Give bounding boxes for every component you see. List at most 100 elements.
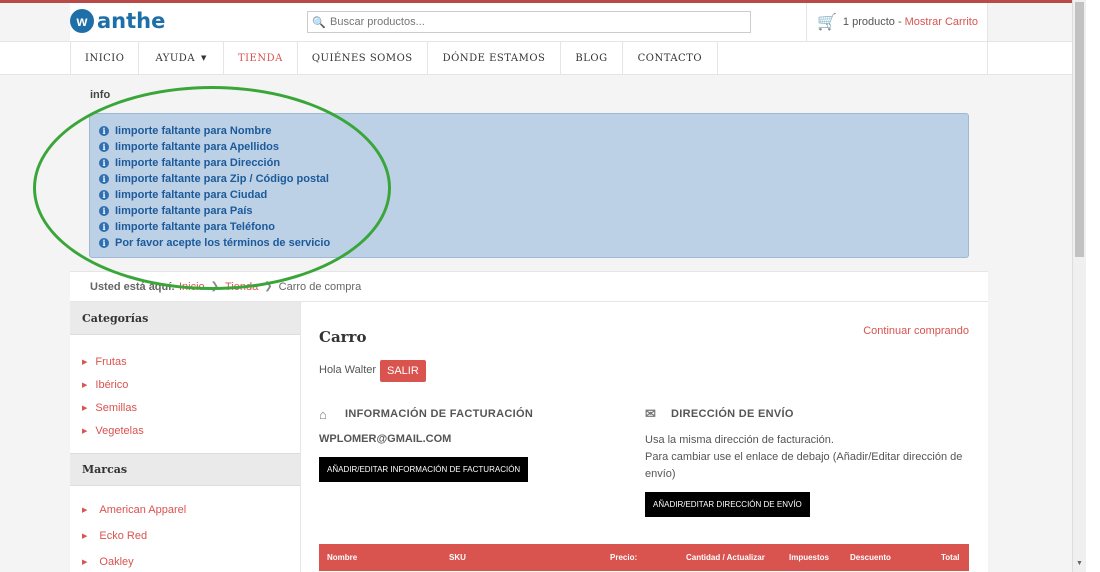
brand-label: American Apparel bbox=[99, 504, 187, 516]
billing-email: WPLOMER@GMAIL.COM bbox=[319, 433, 452, 445]
category-item[interactable]: ▶ Vegetelas bbox=[82, 419, 300, 442]
vertical-scrollbar[interactable]: ▼ bbox=[1072, 0, 1086, 572]
brand-label: Ecko Red bbox=[99, 530, 148, 542]
nav-item-ayuda[interactable]: AYUDA ▼ bbox=[139, 42, 224, 74]
nav-item-tienda[interactable]: TIENDA bbox=[224, 42, 298, 74]
info-section: info i Iimporte faltante para Nombre i Iim… bbox=[70, 75, 988, 271]
info-icon: i bbox=[99, 206, 109, 216]
envelope-icon: ✉ bbox=[645, 406, 657, 421]
breadcrumb-link-tienda[interactable]: Tienda bbox=[225, 281, 258, 293]
nav-item-label: TIENDA bbox=[237, 52, 283, 64]
nav-item-quienes-somos[interactable]: QUIÉNES SOMOS bbox=[298, 42, 428, 74]
alert-text: Por favor acepte los términos de servici… bbox=[115, 237, 331, 249]
alert-message: i Por favor acepte los términos de servic… bbox=[99, 235, 968, 251]
column-header[interactable]: Impuestos bbox=[789, 544, 829, 571]
alert-text: Iimporte faltante para Apellidos bbox=[115, 141, 280, 153]
shipping-line: Usa la misma dirección de facturación. bbox=[645, 434, 834, 446]
category-item[interactable]: ▶ Frutas bbox=[82, 350, 300, 373]
info-alert: i Iimporte faltante para Nombre i Iimporte… bbox=[89, 113, 969, 258]
column-header[interactable]: SKU bbox=[449, 544, 466, 571]
search-icon[interactable]: 🔍 bbox=[308, 16, 330, 29]
alert-text: Iimporte faltante para País bbox=[115, 205, 253, 217]
logout-button[interactable]: SALIR bbox=[380, 360, 426, 382]
category-label: Ibérico bbox=[95, 378, 129, 391]
breadcrumb-link-inicio[interactable]: Inicio bbox=[179, 281, 205, 293]
caret-right-icon: ▶ bbox=[82, 533, 88, 540]
shipping-info: Usa la misma dirección de facturación. P… bbox=[645, 432, 975, 483]
billing-title: INFORMACIÓN DE FACTURACIÓN bbox=[345, 408, 534, 420]
category-item[interactable]: ▶ Ibérico bbox=[82, 373, 300, 396]
info-icon: i bbox=[99, 238, 109, 248]
site-logo[interactable]: w anthe bbox=[70, 9, 165, 33]
alert-message: i Iimporte faltante para Apellidos bbox=[99, 139, 968, 155]
page-title: Carro bbox=[319, 328, 367, 346]
nav-item-contacto[interactable]: CONTACTO bbox=[623, 42, 719, 74]
chevron-right-icon: ❯ bbox=[210, 281, 220, 292]
nav-menu: INICIO AYUDA ▼ TIENDA QUIÉNES SOMOS DÓNDE… bbox=[70, 42, 719, 74]
caret-right-icon: ▶ bbox=[82, 427, 88, 435]
alert-text: Iimporte faltante para Teléfono bbox=[115, 221, 275, 233]
info-icon: i bbox=[99, 126, 109, 136]
info-title: info bbox=[90, 89, 111, 101]
alert-text: Iimporte faltante para Zip / Código post… bbox=[115, 173, 329, 185]
nav-item-label: AYUDA bbox=[155, 52, 196, 64]
brands-list: ▶ American Apparel ▶ Ecko Red ▶ Oakley bbox=[70, 486, 300, 572]
alert-message: i Iimporte faltante para Nombre bbox=[99, 123, 968, 139]
home-icon: ⌂ bbox=[319, 406, 328, 422]
alert-message: i Iimporte faltante para Dirección bbox=[99, 155, 968, 171]
info-icon: i bbox=[99, 142, 109, 152]
caret-right-icon: ▶ bbox=[82, 358, 88, 366]
caret-right-icon: ▶ bbox=[82, 381, 88, 389]
shipping-line: Para cambiar use el enlace de debajo (Añ… bbox=[645, 451, 963, 480]
show-cart-link[interactable]: Mostrar Carrito bbox=[905, 16, 978, 28]
alert-text: Iimporte faltante para Ciudad bbox=[115, 189, 268, 201]
scrollbar-thumb[interactable] bbox=[1075, 2, 1084, 257]
category-item[interactable]: ▶ Semillas bbox=[82, 396, 300, 419]
nav-item-blog[interactable]: BLOG bbox=[561, 42, 623, 74]
category-label: Semillas bbox=[95, 401, 137, 414]
search-input[interactable] bbox=[330, 16, 730, 28]
alert-message: i Iimporte faltante para Zip / Código pos… bbox=[99, 171, 968, 187]
caret-right-icon: ▶ bbox=[82, 559, 88, 566]
column-header[interactable]: Cantidad / Actualizar bbox=[686, 544, 765, 571]
billing-heading: ⌂ INFORMACIÓN DE FACTURACIÓN bbox=[319, 406, 533, 422]
brand-item[interactable]: ▶ Ecko Red bbox=[82, 523, 300, 549]
brand-item[interactable]: ▶ Oakley bbox=[82, 549, 300, 572]
brand-item[interactable]: ▶ American Apparel bbox=[82, 497, 300, 523]
breadcrumb-label: Usted está aquí: bbox=[90, 280, 175, 293]
nav-item-label: BLOG bbox=[575, 52, 608, 64]
logo-text: anthe bbox=[97, 9, 166, 33]
nav-item-label: DÓNDE ESTAMOS bbox=[442, 52, 546, 64]
alert-message: i Iimporte faltante para País bbox=[99, 203, 968, 219]
nav-item-label: QUIÉNES SOMOS bbox=[311, 52, 413, 64]
cart-table-header: Nombre SKU Precio: Cantidad / Actualizar… bbox=[319, 544, 969, 571]
categories-list: ▶ Frutas ▶ Ibérico ▶ Semillas ▶ Vegetelas bbox=[70, 335, 300, 453]
cart-summary[interactable]: 🛒 1 producto - Mostrar Carrito bbox=[806, 3, 988, 41]
caret-right-icon: ▶ bbox=[82, 507, 88, 514]
edit-billing-button[interactable]: AÑADIR/EDITAR INFORMACIÓN DE FACTURACIÓN bbox=[319, 457, 529, 482]
nav-item-donde-estamos[interactable]: DÓNDE ESTAMOS bbox=[428, 42, 562, 74]
column-header[interactable]: Precio: bbox=[610, 544, 637, 571]
column-header[interactable]: Descuento bbox=[850, 544, 891, 571]
alert-message: i Iimporte faltante para Ciudad bbox=[99, 187, 968, 203]
edit-shipping-button[interactable]: AÑADIR/EDITAR DIRECCIÓN DE ENVÍO bbox=[645, 492, 810, 517]
breadcrumb-current: Carro de compra bbox=[278, 280, 362, 293]
site-header: w anthe 🔍 🛒 1 producto - Mostrar Carrito bbox=[70, 3, 988, 41]
search-box: 🔍 bbox=[307, 11, 751, 33]
alert-message: i Iimporte faltante para Teléfono bbox=[99, 219, 968, 235]
categories-heading: Categorías bbox=[70, 302, 300, 335]
caret-right-icon: ▶ bbox=[82, 404, 88, 412]
column-header[interactable]: Total bbox=[941, 544, 960, 571]
info-icon: i bbox=[99, 174, 109, 184]
shipping-heading: ✉ DIRECCIÓN DE ENVÍO bbox=[645, 406, 794, 422]
info-icon: i bbox=[99, 158, 109, 168]
nav-item-inicio[interactable]: INICIO bbox=[71, 42, 140, 74]
scroll-down-icon[interactable]: ▼ bbox=[1075, 560, 1084, 570]
brand-label: Oakley bbox=[99, 556, 134, 568]
chevron-right-icon: ❯ bbox=[264, 281, 273, 292]
logo-mark-icon: w bbox=[70, 9, 94, 33]
brands-heading: Marcas bbox=[70, 453, 300, 486]
continue-shopping-link[interactable]: Continuar comprando bbox=[863, 325, 969, 337]
greeting: Hola Walter bbox=[319, 364, 377, 376]
column-header[interactable]: Nombre bbox=[327, 544, 357, 571]
